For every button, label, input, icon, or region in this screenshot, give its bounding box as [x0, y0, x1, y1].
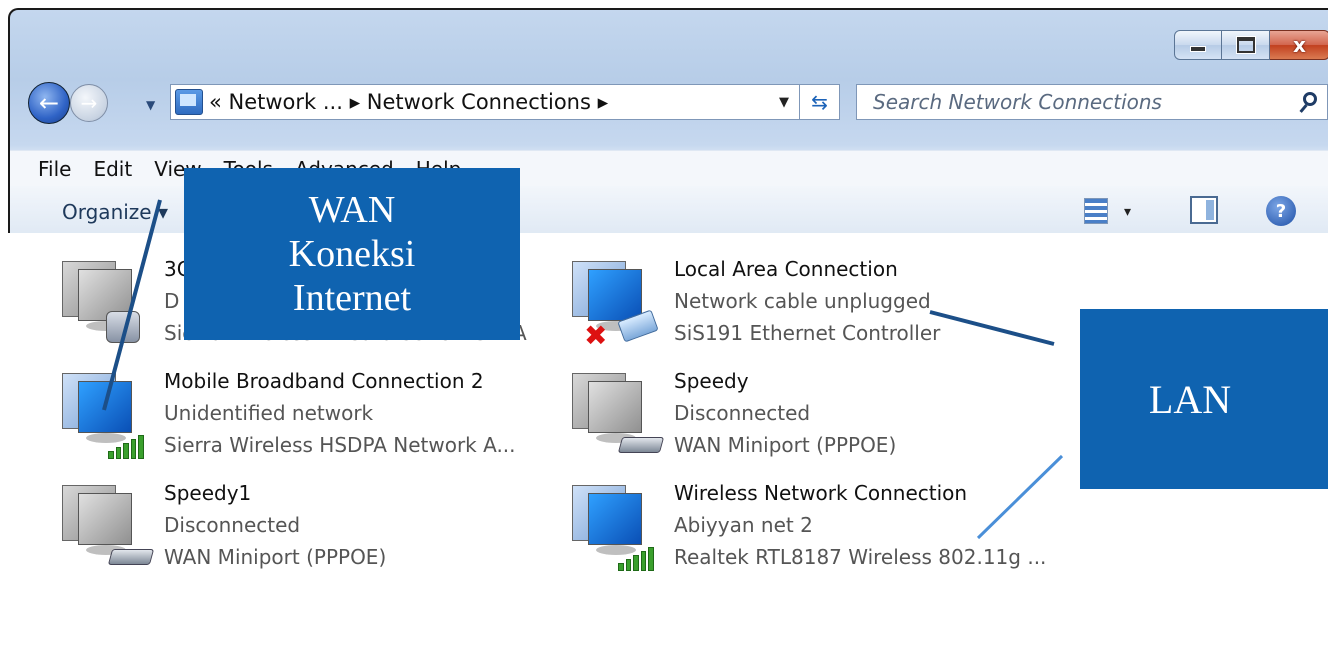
navigation-row: ← → ▼ « Network ... ▸ Network Connection… [28, 80, 1328, 124]
network-computer-icon [58, 373, 158, 463]
phone-modem-icon [106, 311, 140, 343]
help-icon[interactable]: ? [1266, 196, 1296, 226]
network-computer-icon [58, 261, 158, 351]
connection-item[interactable]: Speedy Disconnected WAN Miniport (PPPOE) [568, 365, 1038, 465]
refresh-button[interactable]: ⇆ [800, 84, 840, 120]
lan-annotation-box: LAN [1080, 309, 1328, 489]
network-computer-icon [568, 373, 668, 463]
modem-icon [617, 437, 665, 453]
search-icon[interactable] [1303, 92, 1317, 106]
minimize-icon [1190, 46, 1206, 52]
refresh-icon: ⇆ [811, 90, 828, 114]
forward-arrow-icon: → [80, 91, 98, 115]
change-view-icon[interactable] [1084, 198, 1108, 224]
connection-item[interactable]: Speedy1 Disconnected WAN Miniport (PPPOE… [58, 477, 528, 577]
connection-name: Speedy1 [164, 481, 252, 505]
connection-device: Realtek RTL8187 Wireless 802.11g ... [674, 545, 1047, 569]
connection-name: Wireless Network Connection [674, 481, 968, 505]
preview-pane-icon[interactable] [1190, 196, 1218, 224]
signal-bars-icon [618, 547, 654, 571]
search-box [856, 84, 1328, 120]
address-dropdown-button[interactable]: ▼ [769, 95, 799, 110]
network-computer-icon [568, 485, 668, 575]
network-folder-icon [175, 89, 203, 115]
lan-annotation-text: LAN [1148, 376, 1232, 422]
menu-file[interactable]: File [38, 157, 71, 181]
connection-device: SiS191 Ethernet Controller [674, 321, 941, 345]
connection-status: Disconnected [164, 513, 301, 537]
wan-annotation-line: WAN [308, 189, 396, 231]
network-computer-icon [58, 485, 158, 575]
disconnected-x-icon: ✖ [584, 319, 608, 352]
back-button[interactable]: ← [28, 82, 70, 124]
connection-name: Mobile Broadband Connection 2 [164, 369, 484, 393]
recent-pages-dropdown[interactable]: ▼ [146, 98, 155, 112]
connection-name: Local Area Connection [674, 257, 898, 281]
menu-edit[interactable]: Edit [93, 157, 132, 181]
minimize-button[interactable] [1174, 30, 1222, 60]
connection-device: WAN Miniport (PPPOE) [674, 433, 897, 457]
connection-device: Sierra Wireless HSDPA Network A... [164, 433, 516, 457]
connection-status: Unidentified network [164, 401, 374, 425]
caption-buttons: x [1174, 30, 1328, 60]
maximize-icon [1236, 37, 1255, 53]
breadcrumb: « Network ... ▸ Network Connections ▸ [209, 90, 609, 114]
connection-status: Abiyyan net 2 [674, 513, 813, 537]
view-dropdown-button[interactable]: ▾ [1124, 204, 1131, 220]
back-arrow-icon: ← [38, 89, 60, 117]
connection-device: WAN Miniport (PPPOE) [164, 545, 387, 569]
modem-icon [107, 549, 155, 565]
network-computer-icon: ✖ [568, 261, 668, 352]
search-input[interactable] [871, 89, 1275, 115]
wan-annotation-line: Internet [292, 277, 412, 319]
forward-button[interactable]: → [70, 84, 108, 122]
close-button[interactable]: x [1270, 30, 1328, 60]
connection-item[interactable]: ✖ Local Area Connection Network cable un… [568, 253, 1038, 353]
connection-status: Network cable unplugged [674, 289, 931, 313]
address-bar[interactable]: « Network ... ▸ Network Connections ▸ ▼ [170, 84, 800, 120]
connection-name: Speedy [674, 369, 749, 393]
maximize-button[interactable] [1222, 30, 1270, 60]
close-icon: x [1293, 33, 1306, 57]
wan-annotation-line: Koneksi [288, 233, 416, 275]
signal-bars-icon [108, 435, 144, 459]
connection-item[interactable]: Mobile Broadband Connection 2 Unidentifi… [58, 365, 528, 465]
connection-status: Disconnected [674, 401, 811, 425]
organize-button[interactable]: Organize ▾ [62, 200, 168, 224]
wan-annotation-box: WAN Koneksi Internet [184, 168, 520, 340]
connection-item[interactable]: Wireless Network Connection Abiyyan net … [568, 477, 1046, 577]
